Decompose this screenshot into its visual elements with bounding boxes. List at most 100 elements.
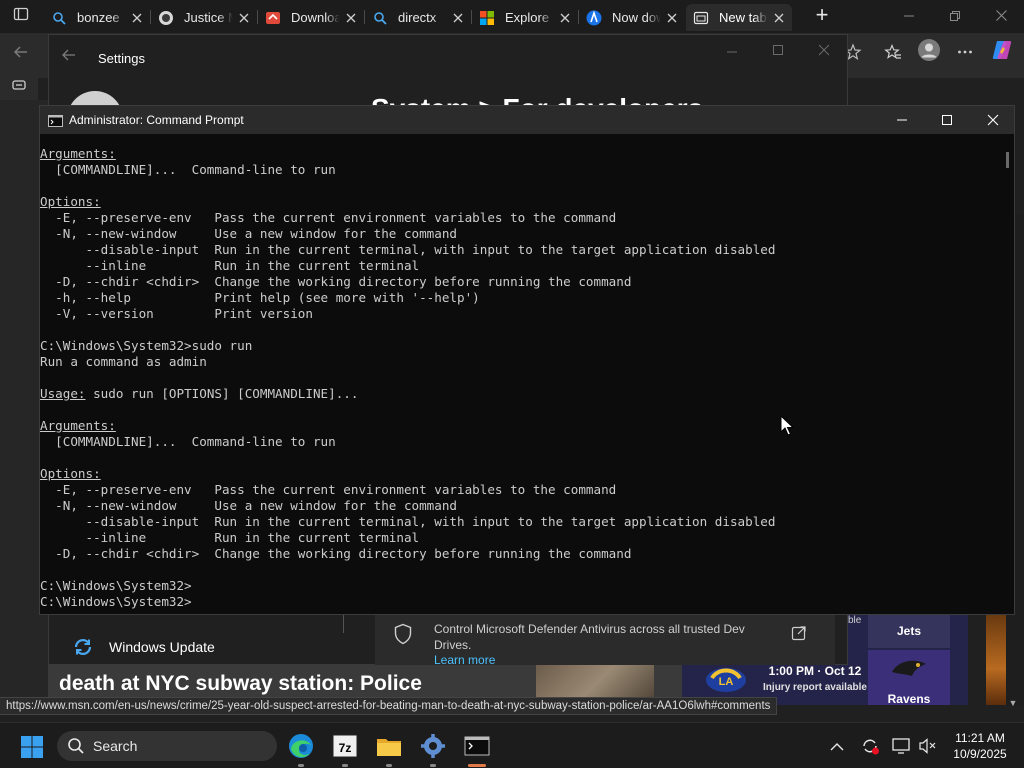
settings-title: Settings xyxy=(98,51,145,66)
copilot-icon[interactable] xyxy=(987,38,1017,68)
more-options-icon[interactable] xyxy=(950,40,980,70)
tab-title: directx xyxy=(398,10,437,25)
cmd-app-icon xyxy=(48,114,63,132)
console-text: -N, --new-window Use a new window for th… xyxy=(40,226,458,241)
network-icon[interactable] xyxy=(891,737,911,760)
browser-tab[interactable]: New tab xyxy=(686,4,792,31)
tab-actions-icon[interactable] xyxy=(6,1,36,31)
command-prompt-window: Administrator: Command Prompt Arguments:… xyxy=(39,105,1015,615)
console-section-heading: Arguments: xyxy=(40,418,116,433)
profile-avatar[interactable] xyxy=(914,38,944,68)
console-section-heading: Options: xyxy=(40,466,101,481)
console-line: Options: xyxy=(40,466,1000,482)
console-line: -D, --chdir <chdir> Change the working d… xyxy=(40,274,1000,290)
browser-tab[interactable]: Explore xyxy=(472,4,578,31)
browser-tab[interactable]: Downloa xyxy=(258,4,364,31)
console-line: -V, --version Print version xyxy=(40,306,1000,322)
system-clock[interactable]: 11:21 AM 10/9/2025 xyxy=(948,730,1012,762)
console-line: C:\Windows\System32>sudo run xyxy=(40,338,1000,354)
browser-close-button[interactable] xyxy=(986,4,1016,28)
back-icon[interactable] xyxy=(6,40,36,70)
volume-muted-icon[interactable] xyxy=(918,737,938,760)
browser-tab[interactable]: bonzee xyxy=(44,4,150,31)
tab-close-icon[interactable] xyxy=(237,10,251,26)
sidebar-apps-icon[interactable] xyxy=(4,72,34,102)
browser-tab[interactable]: directx xyxy=(365,4,471,31)
console-scrollbar[interactable] xyxy=(1000,134,1014,614)
tab-close-icon[interactable] xyxy=(558,10,572,26)
console-section-heading: Arguments: xyxy=(40,146,116,161)
file-explorer-icon[interactable] xyxy=(374,731,404,761)
game-time: 1:00 PM · Oct 12 xyxy=(768,664,862,678)
browser-tab[interactable]: Justice M xyxy=(151,4,257,31)
desktop: bonzee Justice M Downloa directx Explore Now … xyxy=(0,0,1024,768)
edge-icon[interactable] xyxy=(286,731,316,761)
download-site-icon xyxy=(265,10,281,26)
msn-side-image xyxy=(986,615,1006,705)
tab-title: New tab xyxy=(719,10,767,25)
cmd-titlebar[interactable]: Administrator: Command Prompt xyxy=(40,106,1014,134)
browser-minimize-button[interactable] xyxy=(894,4,924,28)
console-text: C:\Windows\System32> xyxy=(40,594,192,609)
file-explorer-running-indicator xyxy=(386,764,392,767)
favorites-icon[interactable] xyxy=(878,40,908,70)
7zip-icon[interactable]: 7z xyxy=(330,731,360,761)
show-hidden-icons-chevron-icon[interactable] xyxy=(830,739,844,757)
taskbar: Search 7z 11:21 AM 10/9/2025 xyxy=(0,722,1024,768)
tab-close-icon[interactable] xyxy=(772,10,786,26)
edge-running-indicator xyxy=(298,764,304,767)
settings-close-button[interactable] xyxy=(817,43,831,62)
tab-close-icon[interactable] xyxy=(130,10,144,26)
console-line: -N, --new-window Use a new window for th… xyxy=(40,226,1000,242)
settings-icon[interactable] xyxy=(418,731,448,761)
settings-minimize-button[interactable] xyxy=(725,45,739,64)
tab-close-icon[interactable] xyxy=(344,10,358,26)
console-line: [COMMANDLINE]... Command-line to run xyxy=(40,434,1000,450)
browser-restore-button[interactable] xyxy=(940,4,970,28)
tab-separator xyxy=(257,10,258,24)
console-text: -E, --preserve-env Pass the current envi… xyxy=(40,482,617,497)
settings-running-indicator xyxy=(430,764,436,767)
tab-title: Explore xyxy=(505,10,550,25)
console-line: Run a command as admin xyxy=(40,354,1000,370)
console-scroll-thumb[interactable] xyxy=(1006,152,1009,168)
team-ravens[interactable]: Ravens xyxy=(868,692,950,706)
console-line: --inline Run in the current terminal xyxy=(40,530,1000,546)
tab-separator xyxy=(578,10,579,24)
console-line: --inline Run in the current terminal xyxy=(40,258,1000,274)
console-output[interactable]: Arguments: [COMMANDLINE]... Command-line… xyxy=(40,146,1000,612)
sync-alert-icon[interactable] xyxy=(860,736,880,761)
defender-description: Control Microsoft Defender Antivirus acr… xyxy=(434,622,745,652)
open-external-icon[interactable] xyxy=(791,625,807,646)
console-text: --disable-input Run in the current termi… xyxy=(40,514,776,529)
tab-close-icon[interactable] xyxy=(451,10,465,26)
settings-maximize-button[interactable] xyxy=(771,43,785,62)
game-note: Injury report available xyxy=(763,682,867,693)
console-top-edge xyxy=(40,134,1000,140)
new-tab-button[interactable]: + xyxy=(810,4,834,28)
windows-update-icon xyxy=(74,639,92,655)
windows-start-icon[interactable] xyxy=(20,735,44,759)
microsoft-logo-icon xyxy=(479,10,495,26)
team-jets[interactable]: Jets xyxy=(868,615,950,648)
tab-separator xyxy=(150,10,151,24)
console-line: Options: xyxy=(40,194,1000,210)
console-line: Arguments: xyxy=(40,418,1000,434)
settings-back-icon[interactable] xyxy=(61,47,77,68)
console-line: [COMMANDLINE]... Command-line to run xyxy=(40,162,1000,178)
cmd-close-button[interactable] xyxy=(973,108,1013,132)
nav-item-windows-update[interactable]: Windows Update xyxy=(71,631,341,663)
console-text: -E, --preserve-env Pass the current envi… xyxy=(40,210,617,225)
console-line: C:\Windows\System32> xyxy=(40,578,1000,594)
cmd-minimize-button[interactable] xyxy=(882,108,922,132)
terminal-icon[interactable] xyxy=(462,731,492,761)
learn-more-link[interactable]: Learn more xyxy=(434,654,495,666)
svg-text:LA: LA xyxy=(719,676,734,688)
browser-tab[interactable]: Now dow xyxy=(579,4,685,31)
cmd-maximize-button[interactable] xyxy=(927,108,967,132)
scroll-down-arrow-icon[interactable]: ▼ xyxy=(1006,698,1020,710)
taskbar-search[interactable]: Search xyxy=(57,731,277,761)
tab-close-icon[interactable] xyxy=(665,10,679,26)
